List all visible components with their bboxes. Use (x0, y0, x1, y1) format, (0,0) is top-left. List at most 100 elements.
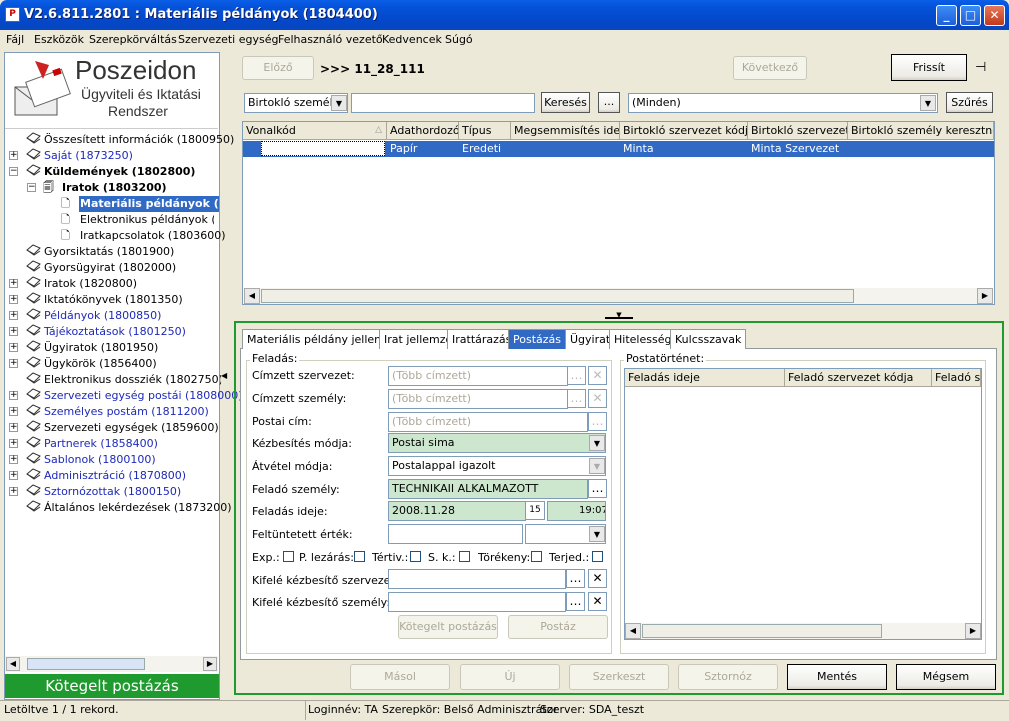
expand-icon[interactable]: + (9, 311, 18, 320)
grid-hscrollbar[interactable]: ◀ ▶ (244, 288, 993, 304)
tab-kulcsszavak[interactable]: Kulcsszavak (670, 329, 747, 349)
col-header-megsemmisites[interactable]: Megsemmisítés ideje (511, 122, 620, 140)
expand-icon[interactable]: + (9, 487, 18, 496)
expand-icon[interactable]: + (9, 327, 18, 336)
search-input[interactable] (351, 93, 535, 113)
menu-kedvencek[interactable]: Kedvencek (382, 33, 442, 46)
postai-cim-browse[interactable]: … (588, 412, 607, 431)
filter-dropdown-icon[interactable]: ▼ (920, 95, 936, 111)
check-plezaras[interactable] (354, 551, 365, 562)
cimzett-szervezet-browse[interactable]: … (567, 366, 586, 385)
pt-col-felado-kodja[interactable]: Feladó szervezet kódja (785, 369, 932, 387)
tab-hitelesseg[interactable]: Hitelesség (609, 329, 677, 349)
check-terjed[interactable] (592, 551, 603, 562)
uj-button[interactable]: Új (460, 664, 560, 690)
felado-browse[interactable]: … (588, 479, 607, 498)
kifele-szemely-clear-icon[interactable]: ✕ (588, 592, 607, 611)
szerkeszt-button[interactable]: Szerkeszt (569, 664, 669, 690)
postai-cim-input[interactable]: (Több címzett) (388, 412, 588, 432)
megsem-button[interactable]: Mégsem (896, 664, 996, 690)
kifele-szemely-browse[interactable]: … (566, 592, 585, 611)
postaz-button[interactable]: Postáz (508, 615, 608, 639)
check-sk[interactable] (459, 551, 470, 562)
masol-button[interactable]: Másol (350, 664, 450, 690)
cell-vonalkod[interactable] (261, 141, 385, 156)
filter-select[interactable]: (Minden) (628, 93, 938, 113)
expand-icon[interactable]: + (9, 407, 18, 416)
atvetel-select[interactable]: Postalappal igazolt (388, 456, 606, 476)
cimzett-szervezet-clear-icon[interactable]: ✕ (588, 366, 607, 385)
filter-button[interactable]: Szűrés (946, 92, 993, 113)
check-torekeny[interactable] (531, 551, 542, 562)
menu-szervezeti-egyseg[interactable]: Szervezeti egység (178, 33, 278, 46)
col-header-adathordozo[interactable]: Adathordozó (387, 122, 459, 140)
expand-icon[interactable]: + (9, 295, 18, 304)
mentes-button[interactable]: Mentés (787, 664, 887, 690)
kezbesites-dropdown-icon[interactable]: ▼ (589, 435, 605, 451)
feltuntetett-dropdown-icon[interactable]: ▼ (589, 526, 605, 542)
kifele-szervezet-browse[interactable]: … (566, 569, 585, 588)
menu-eszkozok[interactable]: Eszközök (34, 33, 84, 46)
search-button[interactable]: Keresés (541, 92, 590, 113)
search-ellipsis-button[interactable]: ... (598, 92, 620, 113)
kezbesites-select[interactable]: Postai sima (388, 433, 606, 453)
table-row[interactable]: Papír Eredeti Minta Minta Szervezet (243, 141, 994, 157)
expand-icon[interactable]: + (9, 455, 18, 464)
expand-icon[interactable]: + (9, 279, 18, 288)
tree-hscrollbar[interactable]: ◀ ▶ (5, 656, 218, 672)
calendar-icon[interactable]: 15 (525, 501, 545, 520)
cimzett-szervezet-input[interactable]: (Több címzett) (388, 366, 568, 386)
col-header-vonalkod[interactable]: Vonalkód △ (243, 122, 387, 140)
refresh-button[interactable]: Frissít (891, 54, 967, 81)
pt-hscrollbar[interactable]: ◀ ▶ (625, 623, 981, 639)
maximize-button[interactable]: □ (960, 5, 981, 26)
feladas-date-input[interactable]: 2008.11.28 (388, 501, 526, 521)
pin-icon[interactable]: ⊣ (975, 60, 986, 75)
next-button[interactable]: Következő (733, 56, 807, 80)
tab-irattarazas[interactable]: Irattárazás (447, 329, 517, 349)
kifele-szervezet-clear-icon[interactable]: ✕ (588, 569, 607, 588)
expand-icon[interactable]: + (9, 471, 18, 480)
kifele-szervezet-input[interactable] (388, 569, 566, 589)
tab-postazas[interactable]: Postázás (508, 329, 567, 349)
felado-input[interactable]: TECHNIKAII ALKALMAZOTT (388, 479, 588, 499)
expand-icon[interactable]: + (9, 439, 18, 448)
close-button[interactable]: ✕ (984, 5, 1005, 26)
cimzett-szemely-input[interactable]: (Több címzett) (388, 389, 568, 409)
cimzett-szemely-clear-icon[interactable]: ✕ (588, 389, 607, 408)
menu-felhasznalo-vezeto[interactable]: Felhasználó vezető (278, 33, 383, 46)
splitter-arrow-icon[interactable]: ▼ (605, 311, 633, 319)
tab-ugyirat[interactable]: Ügyirat (565, 329, 616, 349)
collapse-icon[interactable]: − (27, 183, 36, 192)
menu-szerepkorvaltas[interactable]: Szerepkörváltás (89, 33, 177, 46)
expand-icon[interactable]: + (9, 151, 18, 160)
menu-fajl[interactable]: Fájl (6, 33, 24, 46)
kifele-szemely-input[interactable] (388, 592, 566, 612)
col-header-szemely[interactable]: Birtokló személy keresztneve (848, 122, 994, 140)
feltuntetett-input[interactable] (388, 524, 523, 544)
atvetel-dropdown-icon[interactable]: ▼ (589, 458, 605, 474)
pt-col-feladas-ideje[interactable]: Feladás ideje (625, 369, 785, 387)
check-exp[interactable] (283, 551, 294, 562)
expand-icon[interactable]: + (9, 423, 18, 432)
check-tertiv[interactable] (410, 551, 421, 562)
tree-item-label: Ügykörök (1856400) (44, 357, 157, 370)
col-header-szervezet[interactable]: Birtokló szervezet (748, 122, 848, 140)
cimzett-szemely-browse[interactable]: … (567, 389, 586, 408)
sztornoz-button[interactable]: Sztornóz (678, 664, 778, 690)
col-header-szervezet-kodja[interactable]: Birtokló szervezet kódja (620, 122, 748, 140)
menu-sugo[interactable]: Súgó (445, 33, 473, 46)
expand-icon[interactable]: + (9, 343, 18, 352)
kotegelt-postazas-banner[interactable]: Kötegelt postázás (5, 674, 219, 698)
expand-icon[interactable]: + (9, 359, 18, 368)
kotegelt-postazas-button[interactable]: Kötegelt postázás (398, 615, 498, 639)
minimize-button[interactable]: _ (936, 5, 957, 26)
feladas-time-input[interactable]: 19:07:30 (576, 501, 606, 521)
search-field-dropdown-icon[interactable]: ▼ (331, 95, 347, 111)
collapse-panel-arrow[interactable]: ◀ (221, 366, 231, 386)
pt-col-felado-sz[interactable]: Feladó sz (932, 369, 981, 387)
prev-button[interactable]: Előző (242, 56, 314, 80)
expand-icon[interactable]: + (9, 391, 18, 400)
col-header-tipus[interactable]: Típus (459, 122, 511, 140)
collapse-icon[interactable]: − (9, 167, 18, 176)
